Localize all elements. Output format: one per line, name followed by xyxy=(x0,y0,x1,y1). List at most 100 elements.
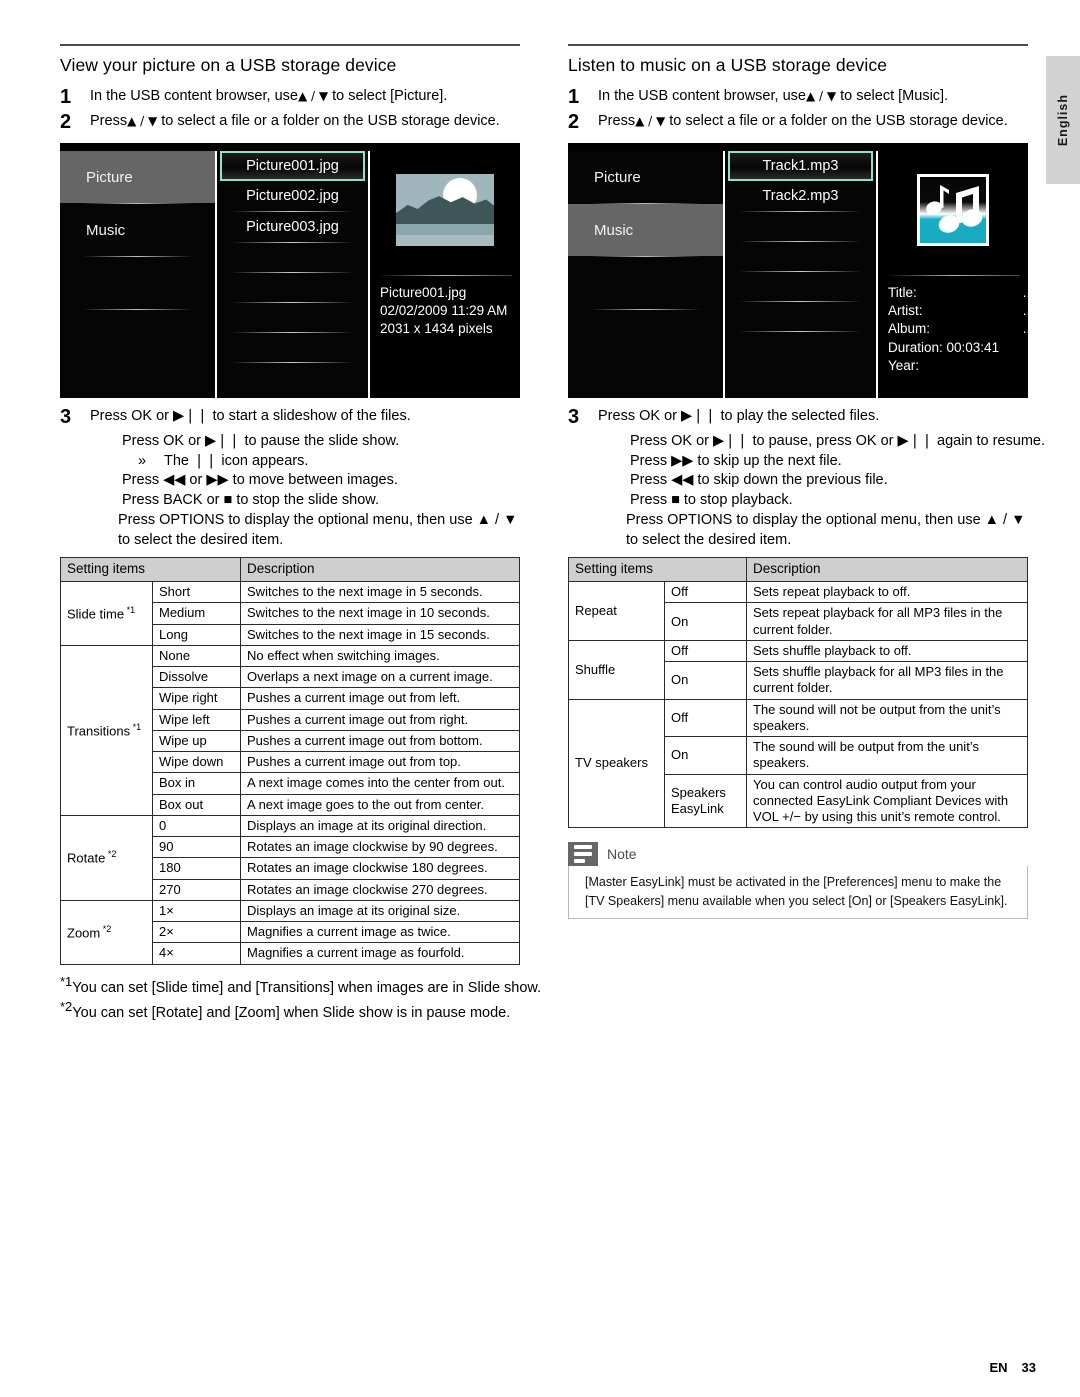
left-tv-file-item-label: Picture002.jpg xyxy=(246,188,339,204)
left-table-description-cell: Displays an image at its original size. xyxy=(240,899,520,923)
left-table-category-label: Transitions xyxy=(67,722,131,738)
list-empty-row xyxy=(217,243,368,272)
left-tv-file-item[interactable]: Picture002.jpg xyxy=(217,181,368,211)
right-column: Listen to music on a USB storage device … xyxy=(567,44,1045,919)
list-empty-row xyxy=(217,333,368,362)
left-tv-menu-item-music[interactable]: Music xyxy=(60,204,215,256)
right-step-3-line6a: Press OPTIONS to display the optional me… xyxy=(626,511,1026,528)
right-step-3-number: 3 xyxy=(568,406,580,428)
right-tv-meta-album-key: Album: xyxy=(888,321,931,337)
right-table-header-description: Description xyxy=(746,557,1028,583)
right-step-1: 1 In the USB content browser, use▲ / ▼ t… xyxy=(568,86,1028,110)
left-table-category-label: Rotate xyxy=(67,850,106,866)
left-step-3-row: 3 Press OK or ▶❘❘ to start a slideshow o… xyxy=(60,406,520,430)
right-tv-meta-title-key: Title: xyxy=(888,285,917,300)
left-table-description-cell: Overlaps a next image on a current image… xyxy=(240,666,520,689)
right-step-3-row: 3 Press OK or ▶❘❘ to play the selected f… xyxy=(568,406,1028,430)
table-row: TV speakers Off The sound will not be outp… xyxy=(568,698,1028,829)
right-tv-meta-album: Album: ... xyxy=(888,320,1028,338)
left-step-2-text: Press▲ / ▼ to select a file or a folder … xyxy=(90,112,520,131)
right-tv-topbar xyxy=(568,143,1028,151)
right-table-description-cell: The sound will not be output from the un… xyxy=(746,698,1028,738)
left-table-category-label: Zoom xyxy=(67,924,101,940)
right-tv-file-item-label: Track1.mp3 xyxy=(762,158,839,174)
left-tv-menu-item-music-label: Music xyxy=(86,221,126,239)
left-footnotes: *1You can set [Slide time] and [Transiti… xyxy=(60,973,541,1023)
left-table-category-cell: Rotate *2 xyxy=(60,814,153,901)
right-tv-thumbnail-wrap xyxy=(878,151,1028,269)
left-section-title: View your picture on a USB storage devic… xyxy=(60,55,397,75)
up-down-arrow-icon: ▲ / ▼ xyxy=(127,114,158,128)
right-tv-file-item-label: Track2.mp3 xyxy=(762,188,839,204)
left-tv-menu-item-picture[interactable]: Picture xyxy=(60,151,215,203)
left-step-2-number: 2 xyxy=(60,111,72,133)
right-step-1-text: In the USB content browser, use▲ / ▼ to … xyxy=(598,87,1028,106)
left-table-option-cell: Medium xyxy=(151,602,242,625)
list-empty-row xyxy=(725,302,876,331)
up-down-arrow-icon: ▲ / ▼ xyxy=(805,89,837,103)
left-step-3-bullet-row: » The ❘❘ icon appears. xyxy=(60,452,520,472)
left-step-1-text: In the USB content browser, use▲ / ▼ to … xyxy=(90,87,520,106)
table-row: Shuffle Off Sets shuffle playback to off. xyxy=(568,639,1028,700)
right-tv-meta-title-value: ... xyxy=(1022,285,1028,300)
right-tv-menu-item-music-label: Music xyxy=(594,221,634,239)
left-footnote-1: *1You can set [Slide time] and [Transiti… xyxy=(60,973,541,998)
left-table-description-cell: Magnifies a current image as fourfold. xyxy=(240,942,520,965)
left-table-option-cell: Wipe left xyxy=(151,708,242,731)
right-tv-detail-pane: Title: ... Artist: ... Album: ... Durati… xyxy=(878,151,1028,398)
right-tv-meta-artist: Artist: ... xyxy=(888,302,1028,320)
right-table-category-label: Shuffle xyxy=(575,661,616,677)
right-step-2-text-after: to select a file or a folder on the USB … xyxy=(665,113,1008,129)
right-tv-screenshot: Picture Music Track1.mp3 Track2.mp3 Titl… xyxy=(568,143,1028,398)
left-table-option-cell: Box out xyxy=(151,793,242,816)
left-tv-file-item-selected[interactable]: Picture001.jpg xyxy=(220,151,365,181)
right-table-category-cell: Repeat xyxy=(568,581,665,641)
left-table-category-footnote-marker: *1 xyxy=(124,604,136,615)
left-table-option-cell: 4× xyxy=(151,942,242,965)
right-table-option-cell: Off xyxy=(663,581,748,604)
left-table-description-cell: Pushes a current image out from bottom. xyxy=(240,729,520,753)
right-tv-meta-duration: Duration: 00:03:41 xyxy=(888,339,1000,355)
music-note-glyph xyxy=(926,185,983,233)
left-step-2-text-before: Press xyxy=(90,113,128,129)
right-table-description-cell: The sound will be output from the unit’s… xyxy=(746,736,1028,775)
right-table-description-cell: You can control audio output from your c… xyxy=(746,773,1028,829)
left-table-description-cell: Pushes a current image out from right. xyxy=(240,708,520,731)
left-tv-file-item-label: Picture001.jpg xyxy=(246,158,339,174)
left-table-option-cell: Box in xyxy=(151,772,242,795)
left-step-1-number: 1 xyxy=(60,86,72,108)
left-footnote-1-marker: *1 xyxy=(60,973,73,989)
right-tv-file-item-selected[interactable]: Track1.mp3 xyxy=(728,151,873,181)
left-step-3-line1: Press OK or ▶❘❘ to start a slideshow of … xyxy=(90,408,411,424)
right-tv-menu-item-music[interactable]: Music xyxy=(568,204,723,256)
left-step-3-line2: Press OK or ▶❘❘ to pause the slide show. xyxy=(122,433,400,449)
left-table-category-cell: Zoom *2 xyxy=(60,899,153,965)
left-step-3-number: 3 xyxy=(60,406,72,428)
note-title: Note xyxy=(607,846,637,863)
right-step-2: 2 Press▲ / ▼ to select a file or a folde… xyxy=(568,111,1028,135)
list-empty-row xyxy=(725,242,876,271)
menu-empty-row xyxy=(60,310,215,362)
left-step-3-bullet-text: The ❘❘ icon appears. xyxy=(164,452,309,469)
left-table-description-cell: Rotates an image clockwise by 90 degrees… xyxy=(240,836,520,859)
left-table-description-cell: No effect when switching images. xyxy=(240,644,520,668)
left-table-description-cell: Switches to the next image in 5 seconds. xyxy=(240,581,520,604)
right-tv-file-list: Track1.mp3 Track2.mp3 xyxy=(723,151,878,398)
right-step-3-line6b: to select the desired item. xyxy=(626,531,792,548)
left-table-category-footnote-marker: *2 xyxy=(100,923,112,934)
table-row: Transitions *1 None No effect when switchi… xyxy=(60,644,520,816)
right-tv-menu-item-picture[interactable]: Picture xyxy=(568,151,723,203)
right-section-title: Listen to music on a USB storage device xyxy=(568,55,888,75)
list-separator xyxy=(231,362,354,363)
left-tv-file-list: Picture001.jpg Picture002.jpg Picture003… xyxy=(215,151,370,398)
right-table-option-cell: Speakers EasyLink xyxy=(663,773,748,829)
table-row: Repeat Off Sets repeat playback to off. xyxy=(568,581,1028,641)
right-tv-file-item[interactable]: Track2.mp3 xyxy=(725,181,876,211)
left-step-1-text-before: In the USB content browser, use xyxy=(90,88,298,104)
right-step-3-line4: Press ◀◀ to skip down the previous file. xyxy=(630,472,888,489)
footer-page-number: 33 xyxy=(1021,1360,1036,1375)
menu-empty-row xyxy=(568,257,723,309)
right-step-2-number: 2 xyxy=(568,111,580,133)
music-notes-thumbnail-icon xyxy=(917,174,989,246)
left-tv-file-item[interactable]: Picture003.jpg xyxy=(217,212,368,242)
